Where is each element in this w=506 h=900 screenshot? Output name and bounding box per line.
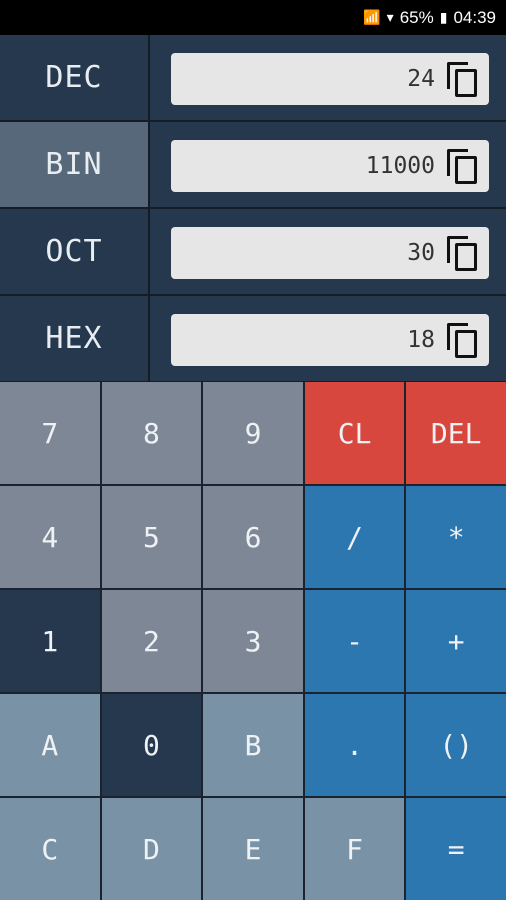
key-f[interactable]: F	[304, 798, 405, 900]
key-5[interactable]: 5	[101, 486, 202, 588]
copy-icon[interactable]	[447, 62, 477, 97]
battery-percent: 65%	[399, 7, 434, 27]
copy-icon[interactable]	[447, 323, 477, 358]
key-4[interactable]: 4	[0, 486, 100, 588]
decimal-point-button[interactable]: .	[304, 694, 405, 796]
row-bin[interactable]: BIN 11000	[0, 122, 506, 209]
key-8[interactable]: 8	[101, 382, 202, 484]
status-bar: 📶 ▾ 65% ▮ 04:39	[0, 0, 506, 35]
value-field-oct[interactable]: 30	[171, 227, 489, 279]
value-field-bin[interactable]: 11000	[171, 140, 489, 192]
copy-icon[interactable]	[447, 236, 477, 271]
row-oct[interactable]: OCT 30	[0, 209, 506, 296]
delete-button[interactable]: DEL	[406, 382, 506, 484]
key-7[interactable]: 7	[0, 382, 100, 484]
value-dec: 24	[407, 66, 435, 92]
keypad: 7 8 9 CL DEL 4 5 6 / * 1 2 3 - + A 0 B .…	[0, 382, 506, 900]
wifi-icon: ▾	[386, 9, 394, 25]
key-e[interactable]: E	[203, 798, 303, 900]
key-2[interactable]: 2	[101, 590, 202, 692]
key-0[interactable]: 0	[101, 694, 202, 796]
row-hex[interactable]: HEX 18	[0, 296, 506, 381]
equals-button[interactable]: =	[406, 798, 506, 900]
divide-button[interactable]: /	[304, 486, 405, 588]
row-dec[interactable]: DEC 24	[0, 35, 506, 122]
key-6[interactable]: 6	[203, 486, 303, 588]
key-b[interactable]: B	[203, 694, 303, 796]
base-label-dec[interactable]: DEC	[0, 35, 150, 120]
clock: 04:39	[453, 7, 496, 27]
key-a[interactable]: A	[0, 694, 100, 796]
value-bin: 11000	[365, 153, 435, 179]
copy-icon[interactable]	[447, 149, 477, 184]
key-d[interactable]: D	[101, 798, 202, 900]
value-field-dec[interactable]: 24	[171, 53, 489, 105]
key-1[interactable]: 1	[0, 590, 100, 692]
value-oct: 30	[407, 240, 435, 266]
value-field-hex[interactable]: 18	[171, 314, 489, 366]
multiply-button[interactable]: *	[406, 486, 506, 588]
base-label-hex[interactable]: HEX	[0, 296, 150, 381]
battery-icon: ▮	[439, 9, 448, 25]
volte-icon: 📶	[363, 9, 381, 25]
base-label-bin[interactable]: BIN	[0, 122, 150, 207]
clear-button[interactable]: CL	[304, 382, 405, 484]
key-3[interactable]: 3	[203, 590, 303, 692]
plus-button[interactable]: +	[406, 590, 506, 692]
base-label-oct[interactable]: OCT	[0, 209, 150, 294]
parentheses-button[interactable]: ()	[406, 694, 506, 796]
value-hex: 18	[407, 327, 435, 353]
key-c[interactable]: C	[0, 798, 100, 900]
minus-button[interactable]: -	[304, 590, 405, 692]
key-9[interactable]: 9	[203, 382, 303, 484]
